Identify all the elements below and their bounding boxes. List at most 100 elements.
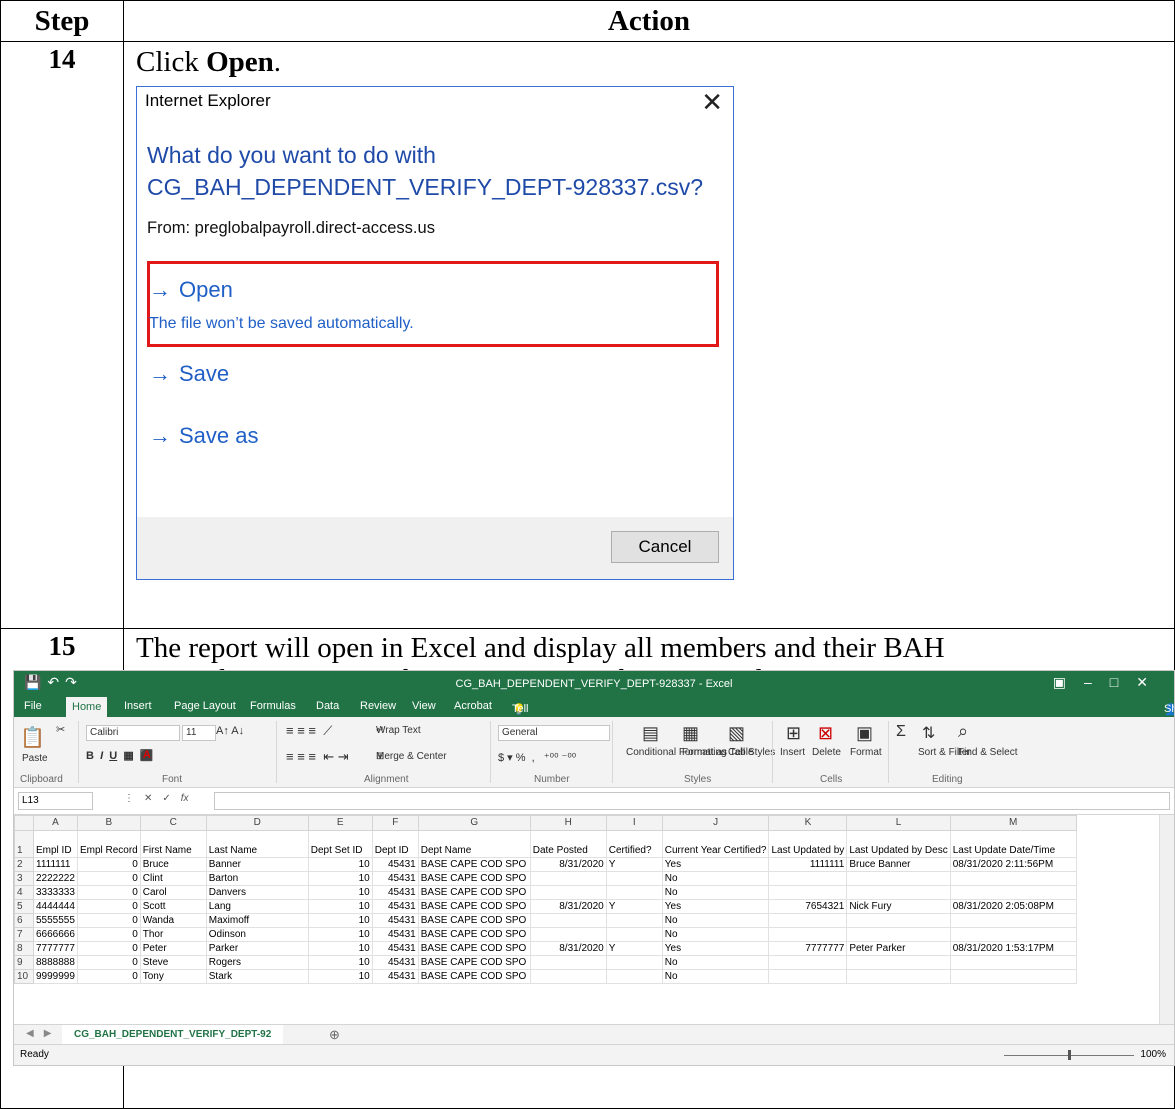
cell[interactable]: 1111111 [33, 857, 78, 872]
cell[interactable]: Empl ID [33, 830, 78, 858]
cell[interactable]: No [661, 871, 770, 886]
cell[interactable] [768, 913, 848, 928]
cell[interactable]: Thor [139, 927, 207, 942]
save-button[interactable]: → Save [149, 361, 229, 387]
insert-button[interactable]: Insert [780, 747, 805, 758]
row-header[interactable]: 2 [14, 857, 34, 872]
cell[interactable]: No [661, 969, 770, 984]
paste-button[interactable]: Paste [22, 753, 48, 764]
cell[interactable]: 9999999 [33, 969, 78, 984]
cell[interactable] [529, 955, 607, 970]
cell[interactable]: 08/31/2020 2:11:56PM [949, 857, 1077, 872]
cell[interactable]: BASE CAPE COD SPO [417, 927, 531, 942]
row-header[interactable]: 5 [14, 899, 34, 914]
row-header[interactable]: 1 [14, 830, 34, 858]
tab-page-layout[interactable]: Page Layout [174, 700, 236, 712]
column-header-a[interactable]: A [33, 815, 78, 831]
cell[interactable] [529, 913, 607, 928]
cell[interactable]: Steve [139, 955, 207, 970]
cell[interactable]: Parker [205, 941, 309, 956]
cell[interactable] [768, 927, 848, 942]
cell[interactable]: 10 [307, 913, 373, 928]
paste-icon[interactable]: 📋 [20, 725, 45, 750]
row-header[interactable]: 7 [14, 927, 34, 942]
bold-button[interactable]: B I U ▦ ⬛ A [86, 749, 154, 762]
open-button[interactable]: → Open [149, 277, 233, 303]
sheet-nav-arrows[interactable]: ◀▶ [26, 1028, 61, 1039]
cell[interactable] [949, 871, 1077, 886]
cell[interactable]: Date Posted [529, 830, 607, 858]
cell[interactable]: 45431 [371, 913, 419, 928]
row-header[interactable]: 9 [14, 955, 34, 970]
cell[interactable]: Dept Set ID [307, 830, 373, 858]
cell[interactable]: 45431 [371, 871, 419, 886]
font-name-select[interactable]: Calibri [86, 725, 180, 741]
column-header-c[interactable]: C [139, 815, 207, 831]
cell[interactable]: 7777777 [768, 941, 848, 956]
cell[interactable]: Last Name [205, 830, 309, 858]
cell[interactable] [529, 927, 607, 942]
cell[interactable]: 2222222 [33, 871, 78, 886]
cell[interactable]: Peter [139, 941, 207, 956]
cell[interactable]: Last Updated by Desc [846, 830, 951, 858]
add-sheet-icon[interactable]: ⊕ [329, 1027, 340, 1043]
cell[interactable]: 10 [307, 955, 373, 970]
cell[interactable]: Wanda [139, 913, 207, 928]
cell[interactable] [605, 913, 663, 928]
tab-home[interactable]: Home [66, 697, 108, 717]
cancel-button[interactable]: Cancel [611, 531, 719, 563]
cell[interactable] [846, 871, 951, 886]
cell[interactable]: 1111111 [768, 857, 848, 872]
tab-review[interactable]: Review [360, 700, 396, 712]
cell[interactable]: 45431 [371, 857, 419, 872]
cell[interactable]: Lang [205, 899, 309, 914]
cell[interactable]: Yes [661, 899, 770, 914]
column-header-f[interactable]: F [371, 815, 419, 831]
cell[interactable] [529, 871, 607, 886]
cell[interactable]: 10 [307, 969, 373, 984]
cell[interactable]: 8/31/2020 [529, 941, 607, 956]
cell[interactable]: 45431 [371, 955, 419, 970]
cell[interactable] [605, 885, 663, 900]
cell[interactable]: BASE CAPE COD SPO [417, 885, 531, 900]
vertical-scrollbar[interactable] [1159, 815, 1174, 1025]
cell[interactable]: Carol [139, 885, 207, 900]
cell[interactable]: Bruce [139, 857, 207, 872]
cell[interactable]: 7654321 [768, 899, 848, 914]
sheet-tab[interactable]: CG_BAH_DEPENDENT_VERIFY_DEPT-92 [62, 1025, 284, 1046]
save-as-button[interactable]: → Save as [149, 423, 259, 449]
tab-formulas[interactable]: Formulas [250, 700, 296, 712]
cell[interactable] [605, 969, 663, 984]
cell[interactable]: Yes [661, 857, 770, 872]
column-header-i[interactable]: I [605, 815, 663, 831]
row-header[interactable]: 6 [14, 913, 34, 928]
cell[interactable] [846, 913, 951, 928]
cell[interactable] [949, 955, 1077, 970]
column-header-m[interactable]: M [949, 815, 1077, 831]
cell[interactable]: Y [605, 899, 663, 914]
cell[interactable] [605, 955, 663, 970]
cell[interactable]: 45431 [371, 885, 419, 900]
cell[interactable]: Bruce Banner [846, 857, 951, 872]
cell[interactable]: Scott [139, 899, 207, 914]
cell[interactable]: 4444444 [33, 899, 78, 914]
cell[interactable]: 10 [307, 885, 373, 900]
cell[interactable]: Current Year Certified? [661, 830, 770, 858]
autosum-icon[interactable]: Σ [896, 723, 906, 741]
cell[interactable]: BASE CAPE COD SPO [417, 941, 531, 956]
delete-button[interactable]: Delete [812, 747, 841, 758]
cell[interactable] [605, 871, 663, 886]
cell[interactable]: 10 [307, 899, 373, 914]
column-header-g[interactable]: G [417, 815, 531, 831]
cell[interactable]: Barton [205, 871, 309, 886]
cell-styles-button[interactable]: Cell Styles [728, 747, 775, 758]
column-header-k[interactable]: K [768, 815, 848, 831]
cut-icon[interactable]: ✂ [56, 723, 65, 736]
cell[interactable]: Peter Parker [846, 941, 951, 956]
cell[interactable]: BASE CAPE COD SPO [417, 955, 531, 970]
cell[interactable]: 6666666 [33, 927, 78, 942]
cell[interactable]: 45431 [371, 941, 419, 956]
currency-icon[interactable]: $ ▾ % , ⁺⁰⁰ ⁻⁰⁰ [498, 751, 576, 764]
formula-input[interactable] [214, 792, 1170, 810]
window-controls[interactable]: ▣–□✕ [1053, 674, 1166, 691]
